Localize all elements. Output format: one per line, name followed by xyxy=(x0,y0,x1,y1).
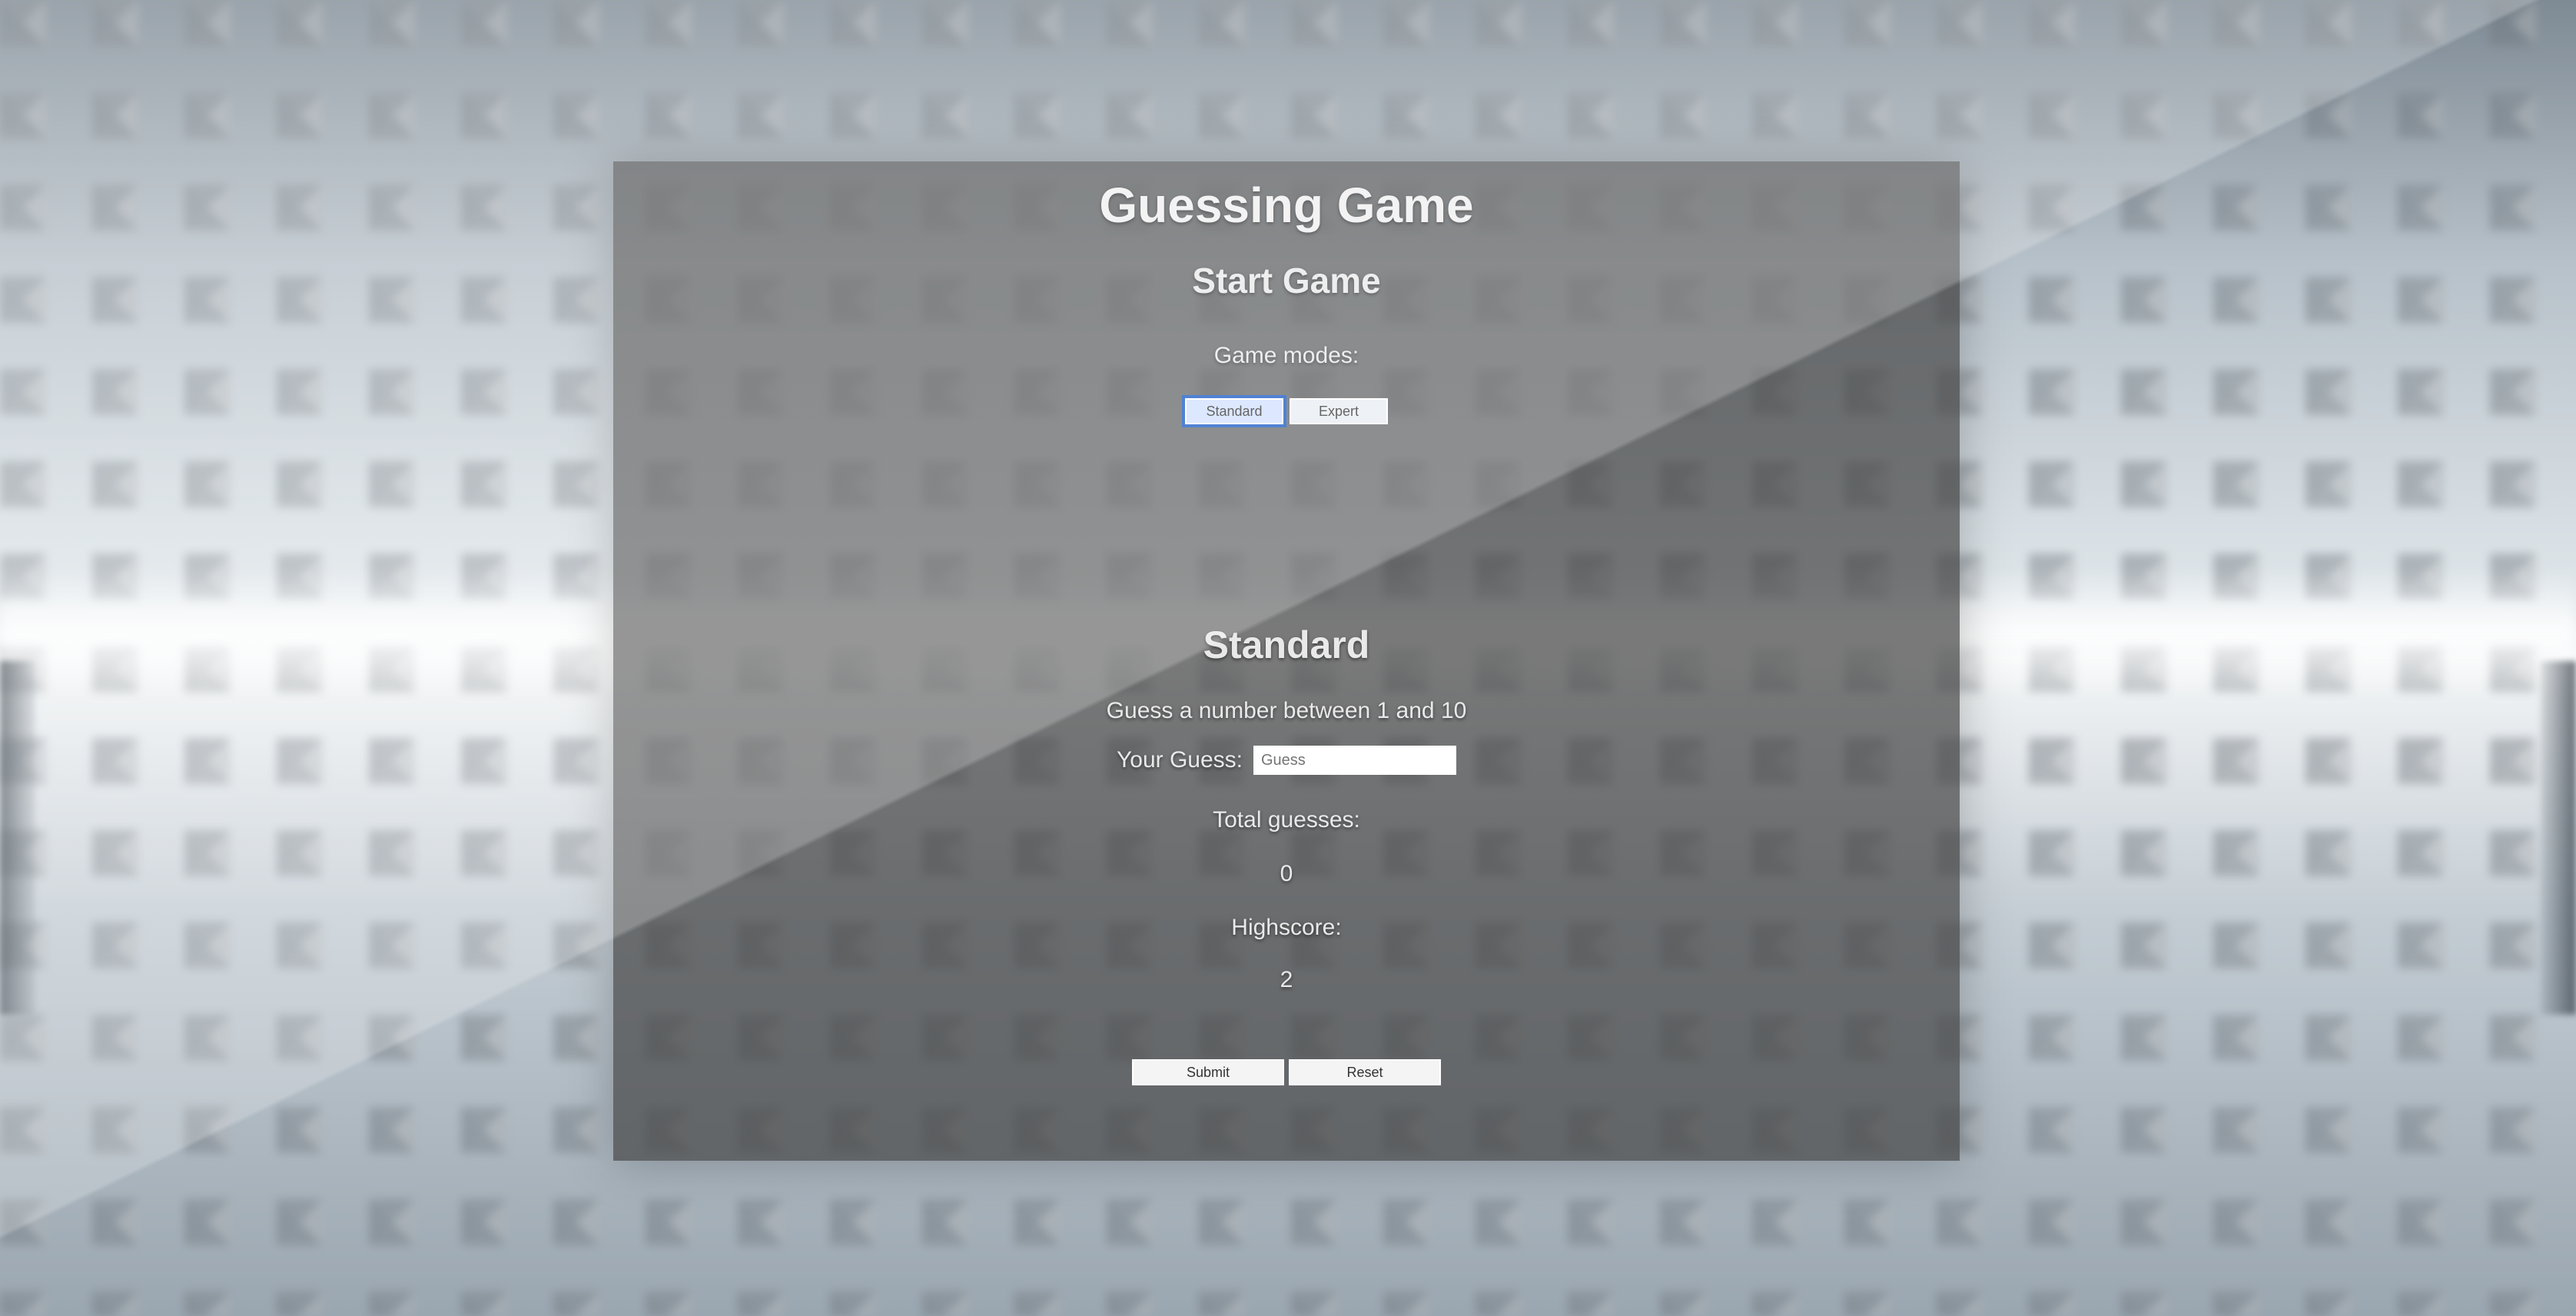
start-game-heading: Start Game xyxy=(1192,261,1381,301)
submit-button[interactable]: Submit xyxy=(1132,1059,1284,1085)
guess-label: Your Guess: xyxy=(1117,747,1243,773)
left-wall-edge xyxy=(0,661,35,1015)
right-wall-edge xyxy=(2541,661,2576,1015)
mode-button-group: Standard Expert xyxy=(613,395,1960,427)
highscore-value: 2 xyxy=(1280,967,1293,992)
expert-mode-button[interactable]: Expert xyxy=(1290,398,1388,424)
game-modes-label: Game modes: xyxy=(1213,343,1359,368)
guess-row: Your Guess: xyxy=(613,746,1960,775)
total-guesses-value: 0 xyxy=(1280,861,1293,886)
instruction-text: Guess a number between 1 and 10 xyxy=(1106,698,1467,723)
action-button-group: Submit Reset xyxy=(613,1059,1960,1085)
mode-title: Standard xyxy=(1203,623,1370,666)
standard-mode-button[interactable]: Standard xyxy=(1182,395,1286,427)
guess-input[interactable] xyxy=(1253,746,1456,775)
page-title: Guessing Game xyxy=(1099,178,1474,233)
game-panel: Guessing Game Start Game Game modes: Sta… xyxy=(613,161,1960,1161)
reset-button[interactable]: Reset xyxy=(1289,1059,1441,1085)
highscore-label: Highscore: xyxy=(1231,915,1342,940)
total-guesses-label: Total guesses: xyxy=(1213,807,1360,832)
